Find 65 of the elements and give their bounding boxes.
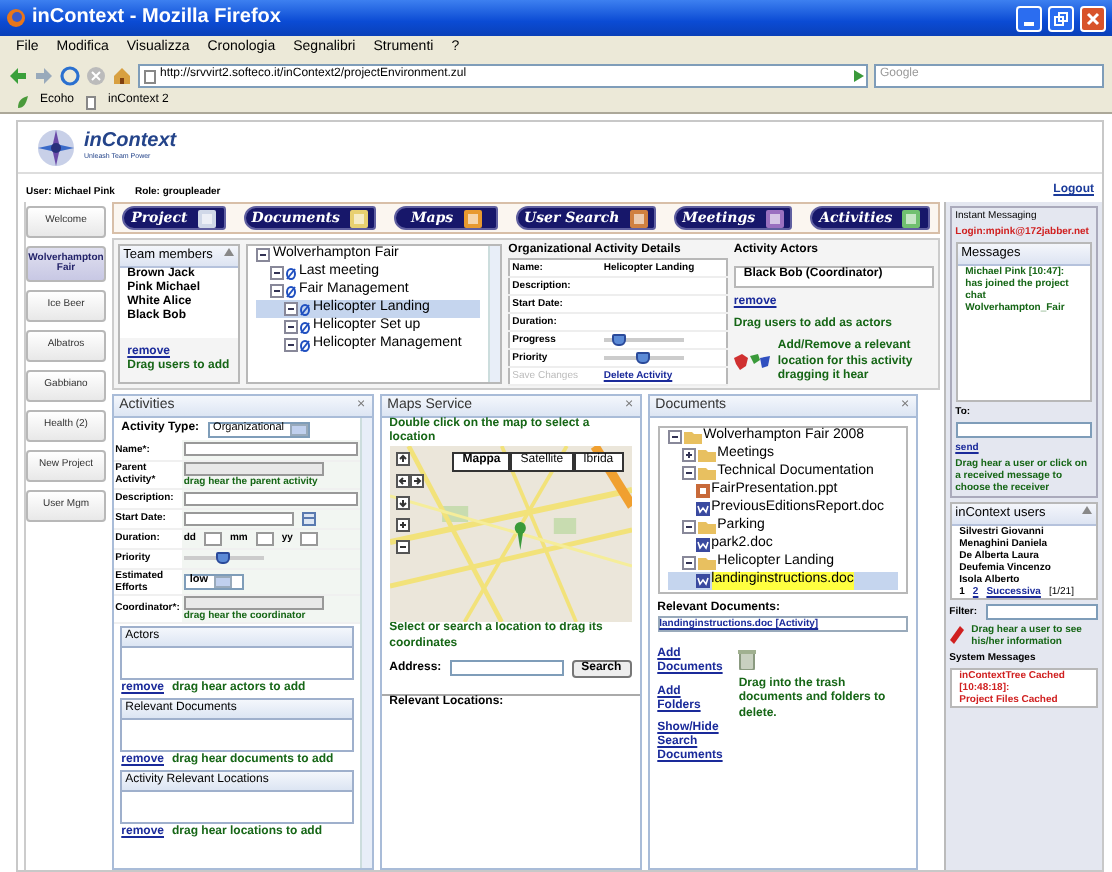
slider-track[interactable] — [603, 338, 684, 343]
scrollbar[interactable] — [359, 418, 372, 868]
collapse-icon[interactable] — [270, 284, 285, 298]
presentation-file-icon — [695, 484, 710, 498]
tab-icon — [349, 209, 368, 227]
tab-icon — [765, 209, 784, 227]
address-field[interactable] — [449, 660, 564, 677]
pin-icon — [949, 626, 964, 645]
collapse-icon[interactable] — [284, 338, 299, 352]
activity-icon — [286, 266, 297, 280]
pan-right-button[interactable] — [409, 474, 424, 489]
tab-icon — [463, 209, 482, 227]
collapse-icon[interactable] — [256, 248, 271, 262]
collapse-icon[interactable] — [284, 302, 299, 316]
text-field[interactable] — [183, 491, 358, 505]
calendar-icon[interactable] — [301, 511, 316, 525]
text-field[interactable] — [183, 442, 358, 457]
recipient-field[interactable] — [955, 422, 1092, 438]
tab-icon — [629, 209, 648, 227]
collapse-icon[interactable] — [270, 266, 285, 280]
tab-icon — [197, 209, 216, 227]
activity-icon — [300, 320, 311, 334]
logo-icon — [34, 125, 78, 169]
go-icon[interactable] — [850, 68, 866, 84]
firefox-icon — [6, 8, 26, 28]
scrollbar[interactable] — [488, 246, 501, 382]
restore-icon — [1054, 11, 1068, 25]
pan-left-button[interactable] — [395, 474, 410, 489]
activity-icon — [300, 338, 311, 352]
collapse-icon[interactable] — [681, 556, 696, 570]
collapse-icon[interactable] — [681, 520, 696, 534]
expand-icon[interactable] — [681, 448, 696, 462]
minimize-button[interactable] — [1016, 5, 1042, 31]
folder-icon — [697, 520, 716, 534]
filter-field[interactable] — [985, 603, 1098, 620]
slider-thumb[interactable] — [611, 334, 626, 347]
world-map-icon — [733, 352, 770, 373]
close-button[interactable] — [1080, 5, 1106, 31]
logo-text: inContext — [84, 132, 177, 153]
slider-thumb[interactable] — [636, 352, 651, 365]
slider-track[interactable] — [603, 356, 684, 361]
number-field[interactable] — [255, 531, 274, 545]
restore-button[interactable] — [1048, 5, 1074, 31]
document-file-icon — [695, 502, 710, 516]
collapse-icon[interactable] — [667, 430, 682, 444]
window-title: inContext - Mozilla Firefox — [32, 6, 281, 30]
slider-thumb[interactable] — [216, 552, 231, 564]
tab-icon — [902, 209, 921, 227]
back-icon[interactable] — [8, 66, 28, 86]
close-icon — [1086, 11, 1100, 25]
document-file-icon — [695, 538, 710, 552]
collapse-icon[interactable] — [284, 320, 299, 334]
page-icon — [144, 69, 156, 83]
leaf-icon — [16, 95, 28, 109]
activity-icon — [286, 284, 297, 298]
page-icon — [86, 95, 97, 109]
activity-icon — [300, 302, 311, 316]
home-icon[interactable] — [112, 66, 132, 86]
document-file-icon — [695, 574, 710, 588]
number-field[interactable] — [300, 531, 319, 545]
collapse-icon[interactable] — [681, 466, 696, 480]
trash-icon — [738, 648, 757, 671]
number-field[interactable] — [203, 531, 222, 545]
date-field[interactable] — [183, 511, 294, 525]
reload-icon[interactable] — [60, 66, 80, 86]
